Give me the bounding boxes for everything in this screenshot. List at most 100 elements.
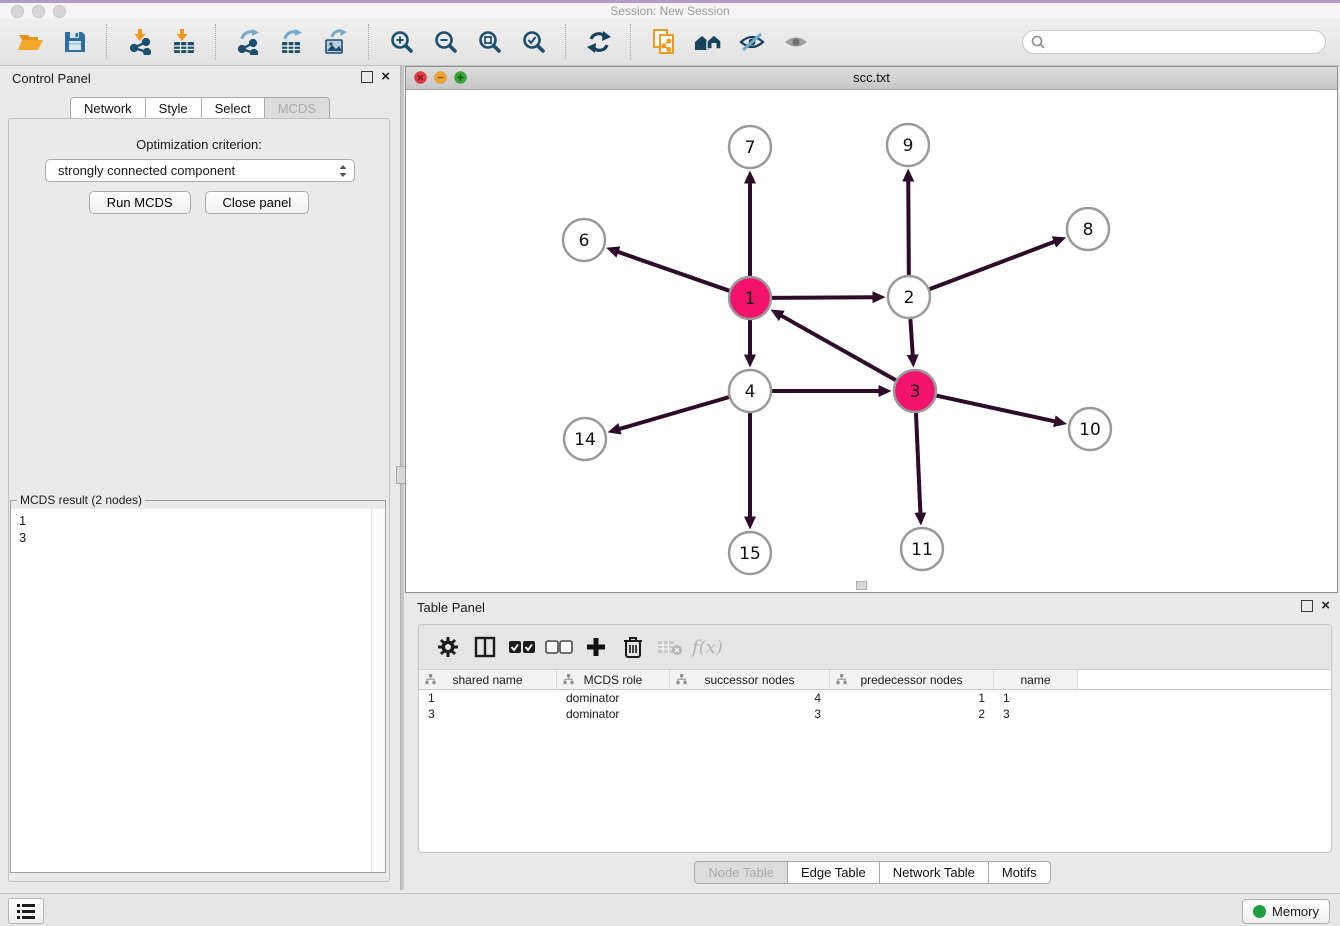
cell-successor-nodes[interactable]: 3 — [670, 706, 830, 722]
deselect-all-columns-button[interactable] — [544, 631, 574, 663]
mcds-result-line[interactable]: 3 — [19, 529, 377, 546]
tab-node-table[interactable]: Node Table — [694, 861, 788, 884]
zoom-fit-icon — [477, 29, 503, 55]
close-panel-icon[interactable]: × — [1321, 600, 1330, 612]
column-header-shared-name[interactable]: shared name — [419, 670, 557, 689]
toolbar-separator — [630, 24, 632, 60]
tab-network-table[interactable]: Network Table — [880, 861, 989, 884]
gear-icon — [436, 635, 460, 659]
column-header-predecessor-nodes[interactable]: predecessor nodes — [830, 670, 994, 689]
graph-node-label: 4 — [745, 382, 756, 402]
plus-icon — [585, 636, 607, 658]
cell-shared-name[interactable]: 3 — [419, 706, 557, 722]
table-row[interactable]: 3 dominator 3 2 3 — [419, 706, 1331, 722]
network-graph[interactable]: 1234678910111415 — [406, 89, 1337, 592]
network-canvas[interactable]: 1234678910111415 — [406, 89, 1337, 592]
search-input[interactable] — [1050, 34, 1317, 50]
close-panel-icon[interactable]: × — [381, 71, 390, 83]
cell-predecessor-nodes[interactable]: 1 — [830, 690, 994, 706]
graph-edge-3-1[interactable] — [780, 315, 896, 381]
criterion-select[interactable]: strongly connected component — [45, 159, 355, 182]
delete-column-button[interactable] — [618, 631, 648, 663]
column-header-mcds-role[interactable]: MCDS role — [557, 670, 670, 689]
float-panel-icon[interactable] — [361, 71, 373, 83]
graph-edge-1-6[interactable] — [617, 252, 730, 292]
cell-mcds-role[interactable]: dominator — [557, 706, 670, 722]
export-table-button[interactable] — [272, 21, 313, 63]
graph-edge-1-2[interactable] — [771, 297, 874, 298]
memory-label: Memory — [1272, 904, 1319, 919]
apply-layout-button[interactable] — [578, 21, 619, 63]
import-network-button[interactable] — [119, 21, 160, 63]
clone-network-button[interactable] — [643, 21, 684, 63]
first-neighbors-button[interactable] — [687, 21, 728, 63]
mcds-result-title: MCDS result (2 nodes) — [17, 493, 145, 507]
memory-button[interactable]: Memory — [1242, 899, 1330, 924]
run-mcds-button[interactable]: Run MCDS — [89, 191, 191, 214]
hierarchy-icon — [836, 674, 847, 685]
cell-name[interactable]: 3 — [994, 706, 1078, 722]
search-icon — [1031, 35, 1045, 49]
zoom-out-button[interactable] — [425, 21, 466, 63]
table-settings-button[interactable] — [433, 631, 463, 663]
network-maximize-icon[interactable] — [454, 71, 467, 84]
graph-edge-2-9[interactable] — [908, 180, 909, 276]
cell-shared-name[interactable]: 1 — [419, 690, 557, 706]
zoom-selected-button[interactable] — [513, 21, 554, 63]
network-table-splitter-handle[interactable] — [856, 581, 867, 590]
tab-mcds[interactable]: MCDS — [265, 97, 330, 120]
column-header-successor-nodes[interactable]: successor nodes — [670, 670, 830, 689]
toolbar-separator — [215, 24, 217, 60]
graph-edge-4-14[interactable] — [619, 397, 730, 429]
export-table-icon — [280, 29, 306, 55]
cell-successor-nodes[interactable]: 4 — [670, 690, 830, 706]
table-panel: Table Panel × — [405, 595, 1340, 890]
cell-predecessor-nodes[interactable]: 2 — [830, 706, 994, 722]
tab-network[interactable]: Network — [70, 97, 146, 120]
float-panel-icon[interactable] — [1301, 600, 1313, 612]
toolbar-separator — [565, 24, 567, 60]
network-window-titlebar[interactable]: scc.txt — [406, 67, 1337, 90]
table-panel-tabs: Node Table Edge Table Network Table Moti… — [405, 861, 1340, 884]
open-session-button[interactable] — [10, 21, 51, 63]
toolbar-search[interactable] — [1022, 30, 1326, 54]
zoom-in-button[interactable] — [381, 21, 422, 63]
mcds-result-group: MCDS result (2 nodes) 1 3 — [10, 493, 386, 873]
hide-selected-button[interactable] — [731, 21, 772, 63]
network-close-icon[interactable] — [414, 71, 427, 84]
graph-edge-3-11[interactable] — [916, 412, 921, 514]
graph-edge-2-3[interactable] — [910, 318, 912, 356]
export-network-button[interactable] — [228, 21, 269, 63]
select-all-columns-button[interactable] — [507, 631, 537, 663]
import-table-button[interactable] — [163, 21, 204, 63]
mcds-tab-content: Optimization criterion: strongly connect… — [8, 118, 390, 882]
add-column-button[interactable] — [581, 631, 611, 663]
node-table-container: f(x) shared name MCDS role — [418, 624, 1332, 853]
result-scrollbar[interactable] — [371, 509, 385, 872]
graph-node-label: 11 — [911, 540, 933, 560]
graph-node-label: 7 — [745, 138, 756, 158]
tab-select[interactable]: Select — [202, 97, 265, 120]
mcds-result-line[interactable]: 1 — [19, 512, 377, 529]
tab-style[interactable]: Style — [146, 97, 202, 120]
toggle-split-view-button[interactable] — [470, 631, 500, 663]
save-session-button[interactable] — [54, 21, 95, 63]
network-minimize-icon[interactable] — [434, 71, 447, 84]
task-history-button[interactable] — [8, 898, 44, 924]
mcds-result-list[interactable]: 1 3 — [11, 509, 385, 872]
close-panel-button[interactable]: Close panel — [205, 191, 310, 214]
column-header-name[interactable]: name — [994, 670, 1078, 689]
main-toolbar — [0, 18, 1340, 66]
zoom-fit-button[interactable] — [469, 21, 510, 63]
window-titlebar: Session: New Session — [0, 3, 1340, 18]
tab-motifs[interactable]: Motifs — [989, 861, 1051, 884]
graph-edge-3-10[interactable] — [936, 395, 1056, 421]
tab-edge-table[interactable]: Edge Table — [788, 861, 880, 884]
hierarchy-icon — [563, 674, 574, 685]
cell-name[interactable]: 1 — [994, 690, 1078, 706]
export-image-button[interactable] — [316, 21, 357, 63]
graph-node-label: 15 — [739, 544, 761, 564]
graph-edge-2-8[interactable] — [929, 241, 1056, 289]
cell-mcds-role[interactable]: dominator — [557, 690, 670, 706]
table-row[interactable]: 1 dominator 4 1 1 — [419, 690, 1331, 706]
